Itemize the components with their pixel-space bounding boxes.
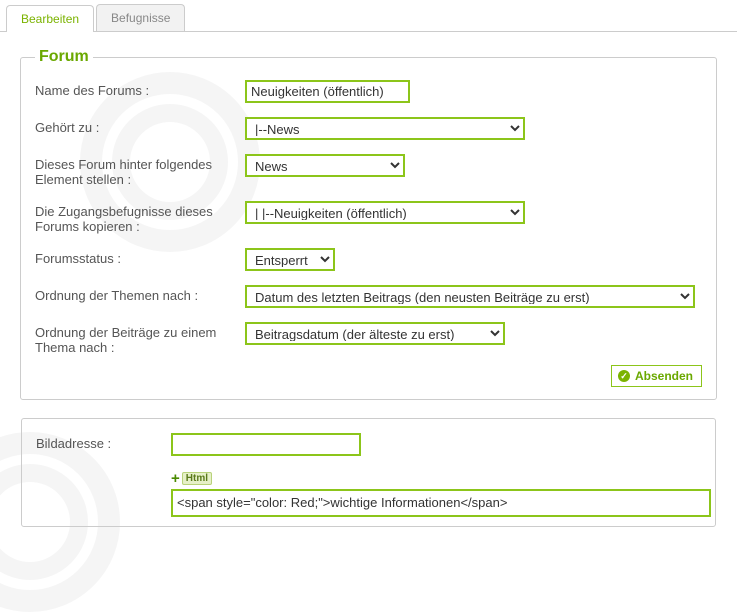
html-toggle-button[interactable]: + Html	[171, 470, 212, 487]
tabs-bar: Bearbeiten Befugnisse	[0, 0, 737, 32]
submit-button-label: Absenden	[635, 369, 693, 383]
fieldset-legend: Forum	[35, 48, 93, 66]
check-icon: ✓	[618, 370, 630, 382]
label-topic-order: Ordnung der Themen nach :	[35, 285, 245, 303]
belongs-to-select[interactable]: |--News	[245, 117, 525, 140]
image-fieldset: Bildadresse : + Html	[21, 418, 716, 527]
label-post-order: Ordnung der Beiträge zu einem Thema nach…	[35, 322, 245, 355]
forum-name-input[interactable]	[245, 80, 410, 103]
topic-order-select[interactable]: Datum des letzten Beitrags (den neusten …	[245, 285, 695, 308]
content-area: Forum Name des Forums : Gehört zu : |--N…	[0, 32, 737, 527]
copy-permissions-select[interactable]: | |--Neuigkeiten (öffentlich)	[245, 201, 525, 224]
html-badge-label: Html	[182, 472, 212, 485]
label-copy-permissions: Die Zugangsbefugnisse dieses Forums kopi…	[35, 201, 245, 234]
forum-status-select[interactable]: Entsperrt	[245, 248, 335, 271]
label-forum-name: Name des Forums :	[35, 80, 245, 98]
label-forum-status: Forumsstatus :	[35, 248, 245, 266]
tab-edit[interactable]: Bearbeiten	[6, 5, 94, 32]
label-image-address: Bildadresse :	[36, 433, 171, 451]
plus-icon: +	[171, 470, 180, 487]
submit-button[interactable]: ✓ Absenden	[611, 365, 702, 387]
label-belongs-to: Gehört zu :	[35, 117, 245, 135]
html-content-textarea[interactable]	[171, 489, 711, 517]
place-after-select[interactable]: News	[245, 154, 405, 177]
post-order-select[interactable]: Beitragsdatum (der älteste zu erst)	[245, 322, 505, 345]
label-empty	[36, 470, 171, 473]
label-place-after: Dieses Forum hinter folgendes Element st…	[35, 154, 245, 187]
image-address-input[interactable]	[171, 433, 361, 456]
forum-fieldset: Forum Name des Forums : Gehört zu : |--N…	[20, 48, 717, 400]
tab-permissions[interactable]: Befugnisse	[96, 4, 185, 31]
